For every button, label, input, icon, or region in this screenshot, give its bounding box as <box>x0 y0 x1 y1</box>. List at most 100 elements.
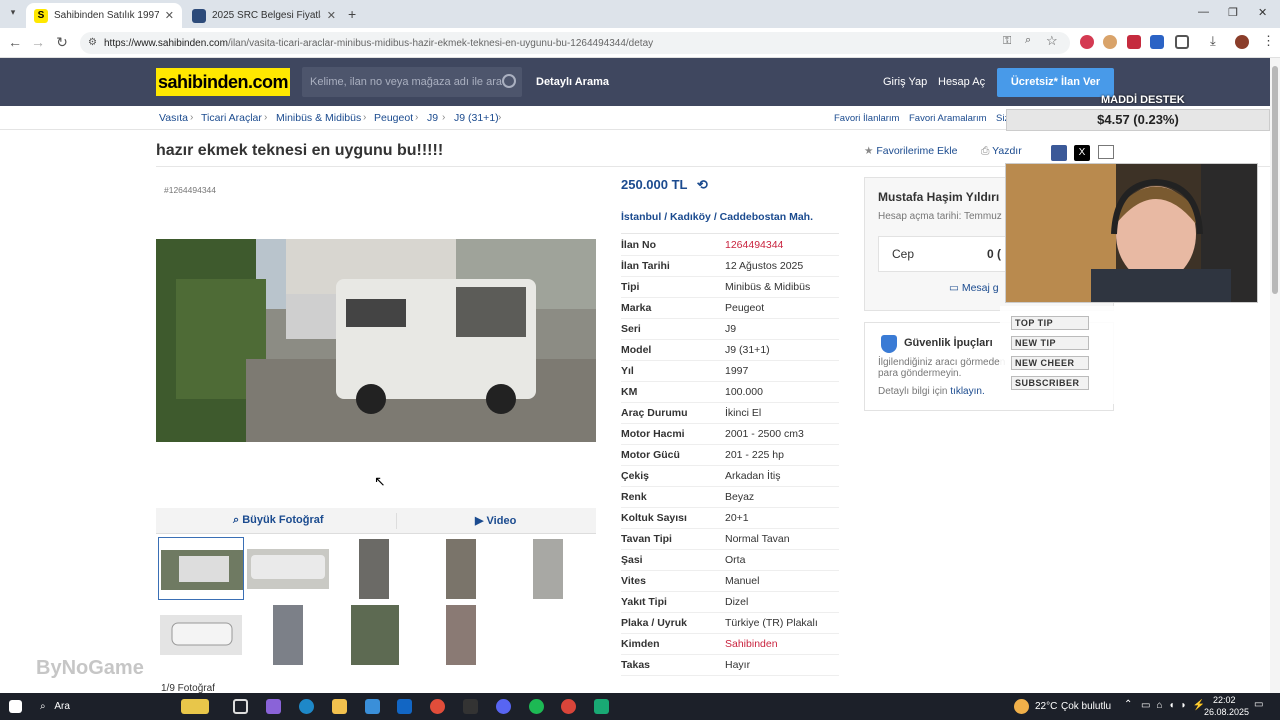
clock-date[interactable]: 26.08.2025 <box>1204 707 1249 717</box>
favorite-listings-link[interactable]: Favori İlanlarım <box>834 113 899 124</box>
video-tab[interactable]: ▶ Video <box>475 514 516 527</box>
seller-name[interactable]: Mustafa Haşim Yıldırı <box>878 190 999 204</box>
tab-sahibinden[interactable]: S Sahibinden Satılık 1997 Model P ✕ <box>26 3 182 28</box>
thumbnail-image <box>245 537 331 600</box>
chrome-icon[interactable] <box>430 699 445 714</box>
spotify-icon[interactable] <box>529 699 544 714</box>
photo-thumbnail[interactable] <box>331 603 417 666</box>
detail-key: Koltuk Sayısı <box>621 512 687 524</box>
detail-row: Tipi Minibüs & Midibüs <box>621 277 839 298</box>
copilot-icon[interactable] <box>266 699 281 714</box>
clock-time[interactable]: 22:02 <box>1213 695 1236 705</box>
minimize-icon[interactable]: — <box>1198 6 1209 18</box>
weather-desc[interactable]: Çok bulutlu <box>1061 701 1111 712</box>
add-favorite-button[interactable]: ★ Favorilerime Ekle <box>864 145 957 157</box>
breadcrumb-item[interactable]: Vasıta <box>159 112 188 124</box>
location-city[interactable]: İstanbul <box>621 211 661 223</box>
window-close-icon[interactable]: ✕ <box>1258 6 1267 19</box>
photo-thumbnail[interactable] <box>418 603 504 666</box>
site-info-icon[interactable]: ⚙ <box>88 37 97 48</box>
green-app-icon[interactable] <box>594 699 609 714</box>
detail-row: Renk Beyaz <box>621 487 839 508</box>
search-icon[interactable] <box>502 74 516 88</box>
weather-temp[interactable]: 22°C <box>1035 701 1057 712</box>
notification-icon[interactable]: ▭ <box>1254 699 1263 710</box>
tray-icons[interactable]: ▭⌂◖◗⚡ <box>1141 700 1211 711</box>
store-icon[interactable] <box>365 699 380 714</box>
photo-thumbnail[interactable] <box>158 537 244 600</box>
task-view-icon[interactable] <box>233 699 248 714</box>
breadcrumb-item[interactable]: J9 <box>427 112 438 124</box>
discord-icon[interactable] <box>496 699 511 714</box>
outlook-icon[interactable] <box>397 699 412 714</box>
send-message-button[interactable]: ▭ Mesaj g <box>949 282 999 294</box>
chrome-active-icon[interactable] <box>561 699 576 714</box>
shield-icon <box>881 335 897 353</box>
detail-value: Peugeot <box>725 302 765 314</box>
breadcrumb-item[interactable]: J9 (31+1) <box>454 112 499 124</box>
start-windows-icon[interactable] <box>9 700 22 713</box>
detail-key: Model <box>621 344 652 356</box>
share-facebook-icon[interactable] <box>1051 145 1067 161</box>
detail-value[interactable]: 1264494344 <box>725 239 783 251</box>
post-ad-button[interactable]: Ücretsiz* İlan Ver <box>997 68 1114 97</box>
tab-list-icon[interactable]: ▾ <box>6 7 20 21</box>
restore-icon[interactable]: ❐ <box>1228 6 1238 19</box>
price-history-icon[interactable]: ⟲ <box>697 177 708 192</box>
main-photo[interactable] <box>156 239 596 442</box>
safety-more-link[interactable]: tıklayın. <box>950 386 984 397</box>
extension-orange-icon[interactable] <box>1103 35 1117 49</box>
location-neighborhood[interactable]: Caddebostan Mah. <box>720 211 813 223</box>
close-icon[interactable]: ✕ <box>165 9 174 22</box>
new-tab-icon[interactable]: + <box>348 6 356 22</box>
file-explorer-icon[interactable] <box>332 699 347 714</box>
print-button[interactable]: ⎙ Yazdır <box>981 145 1022 158</box>
tab-src[interactable]: 2025 SRC Belgesi Fiyatları – YILLIK ✕ <box>184 3 344 28</box>
back-icon[interactable]: ← <box>6 34 24 50</box>
address-bar[interactable]: ⚙ https://www.sahibinden.com/ilan/vasita… <box>80 32 1070 54</box>
login-link[interactable]: Giriş Yap <box>883 76 927 88</box>
tray-chevron-icon[interactable]: ⌃ <box>1124 699 1132 710</box>
browser-menu-icon[interactable]: ⋮ <box>1262 33 1275 49</box>
photo-thumbnail[interactable] <box>158 603 244 666</box>
photo-thumbnail[interactable] <box>245 537 331 600</box>
zoom-icon[interactable]: ⌕ <box>1025 34 1031 47</box>
download-icon[interactable]: ⤓ <box>1210 33 1216 49</box>
epic-games-icon[interactable] <box>463 699 478 714</box>
breadcrumb-item[interactable]: Ticari Araçlar <box>201 112 262 124</box>
photo-thumbnail[interactable] <box>245 603 331 666</box>
chevron-right-icon: › <box>190 112 194 123</box>
page-scrollbar[interactable] <box>1270 58 1280 693</box>
search-input[interactable]: Kelime, ilan no veya mağaza adı ile ara <box>302 67 522 97</box>
extension-butterfly-icon[interactable] <box>1127 35 1141 49</box>
photo-thumbnail[interactable] <box>505 537 591 600</box>
scrollbar-thumb[interactable] <box>1272 66 1278 294</box>
edge-icon[interactable] <box>299 699 314 714</box>
breadcrumb-item[interactable]: Peugeot <box>374 112 413 124</box>
signup-link[interactable]: Hesap Aç <box>938 76 985 88</box>
detail-key: KM <box>621 386 638 398</box>
breadcrumb-item[interactable]: Minibüs & Midibüs <box>276 112 361 124</box>
location-district[interactable]: Kadıköy <box>670 211 711 223</box>
share-x-icon[interactable]: X <box>1074 145 1090 161</box>
taskbar-search[interactable]: ⌕ Ara <box>40 701 70 712</box>
windows-taskbar: ⌕ Ara 22°C Çok bulutlu ⌃ ▭⌂◖◗⚡ 22:02 26.… <box>0 693 1280 720</box>
password-key-icon[interactable]: ⚿ <box>1003 35 1011 48</box>
site-logo[interactable]: sahibinden.com <box>156 68 290 96</box>
share-mail-icon[interactable] <box>1098 145 1114 159</box>
big-photo-tab[interactable]: ⌕ Büyük Fotoğraf <box>233 514 324 527</box>
detailed-search-link[interactable]: Detaylı Arama <box>536 76 609 88</box>
bookmark-star-icon[interactable]: ☆ <box>1046 33 1058 49</box>
extensions-puzzle-icon[interactable] <box>1175 35 1189 49</box>
profile-avatar[interactable] <box>1235 35 1249 49</box>
close-icon[interactable]: ✕ <box>327 9 336 22</box>
extension-blue-icon[interactable] <box>1150 35 1164 49</box>
extension-red-icon[interactable] <box>1080 35 1094 49</box>
photo-thumbnail[interactable] <box>418 537 504 600</box>
detail-value[interactable]: Sahibinden <box>725 638 778 650</box>
reload-icon[interactable]: ↻ <box>53 34 71 51</box>
favorite-searches-link[interactable]: Favori Aramalarım <box>909 113 987 124</box>
photo-thumbnail[interactable] <box>331 537 417 600</box>
copilot-sparkle-icon[interactable] <box>181 699 209 714</box>
forward-icon[interactable]: → <box>29 34 47 50</box>
